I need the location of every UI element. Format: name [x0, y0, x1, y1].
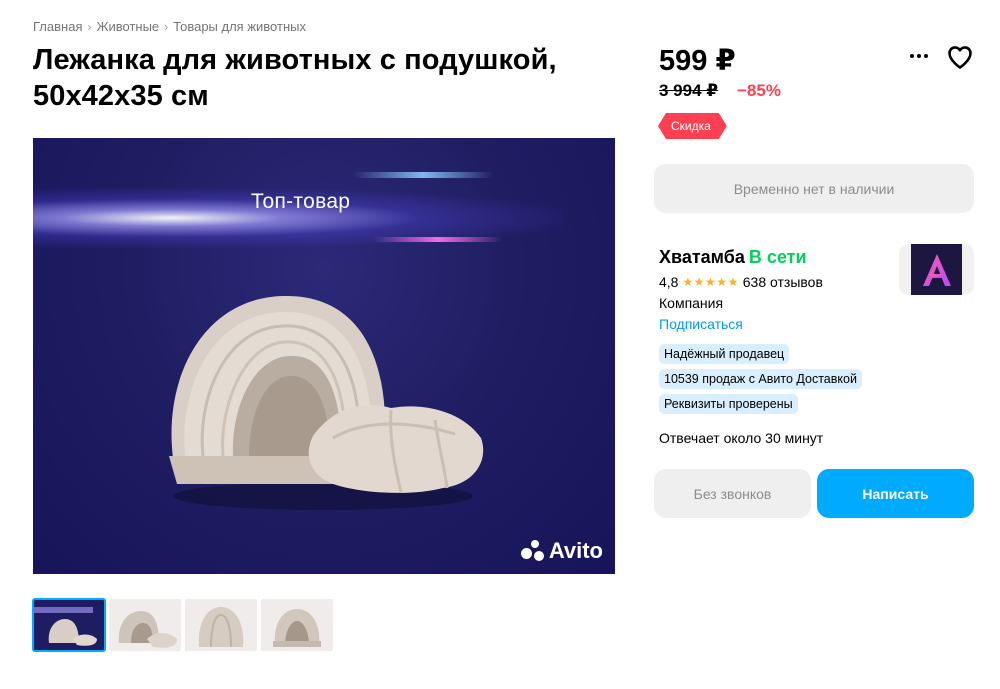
- current-price: 599 ₽: [659, 45, 736, 77]
- no-calls-button[interactable]: Без звонков: [654, 469, 811, 518]
- chevron-right-icon: ›: [87, 19, 92, 34]
- write-message-button[interactable]: Написать: [817, 469, 974, 518]
- thumbnail-image: [33, 607, 97, 646]
- breadcrumb-item-home[interactable]: Главная: [33, 19, 82, 34]
- discount-percent: −85%: [737, 81, 781, 100]
- chevron-right-icon: ›: [164, 19, 169, 34]
- thumbnail-image: [118, 611, 177, 648]
- pet-bed-image: [169, 295, 484, 510]
- sale-badge: Скидка: [658, 113, 727, 139]
- seller-name-text[interactable]: Хватамба: [659, 247, 745, 267]
- breadcrumb-item-pet-goods[interactable]: Товары для животных: [173, 19, 306, 34]
- seller-rating[interactable]: 4,8 ★★★★★ 638 отзывов: [659, 274, 823, 290]
- breadcrumb: Главная › Животные › Товары для животных: [33, 19, 306, 34]
- seller-name[interactable]: Хватамба В сети: [659, 247, 807, 268]
- banner-light-streak: [353, 172, 493, 178]
- breadcrumb-item-animals[interactable]: Животные: [96, 19, 159, 34]
- seller-logo-letter: [922, 253, 951, 286]
- banner-light-streak: [373, 237, 503, 242]
- seller-logo: [911, 244, 962, 295]
- rating-value: 4,8: [659, 274, 679, 290]
- subscribe-link[interactable]: Подписаться: [659, 316, 743, 332]
- gallery-thumbnail[interactable]: [32, 598, 106, 652]
- old-price: 3 994 ₽: [659, 81, 719, 100]
- gallery-thumbnail[interactable]: [261, 599, 333, 651]
- more-icon: [909, 54, 930, 58]
- gallery-thumbnail[interactable]: [109, 599, 181, 651]
- seller-badge-reliable: Надёжный продавец: [659, 344, 790, 364]
- page-title: Лежанка для животных с подушкой, 50x42x3…: [33, 44, 557, 112]
- avito-logo-icon: [520, 540, 545, 562]
- top-product-label: Топ-товар: [251, 190, 351, 213]
- gallery-thumbnails: [32, 598, 333, 652]
- seller-online-status: В сети: [748, 247, 807, 267]
- heart-icon[interactable]: [946, 43, 974, 71]
- seller-response-time: Отвечает около 30 минут: [659, 430, 824, 446]
- seller-badge-sales: 10539 продаж с Авито Доставкой: [659, 369, 862, 389]
- thumbnail-image: [273, 609, 321, 647]
- thumbnail-image: [198, 607, 244, 648]
- watermark-text: Avito: [548, 538, 603, 563]
- seller-avatar[interactable]: [899, 244, 974, 295]
- more-options-button[interactable]: [905, 44, 933, 68]
- reviews-count[interactable]: 638 отзывов: [743, 274, 823, 290]
- gallery-thumbnail[interactable]: [185, 599, 257, 651]
- seller-type: Компания: [659, 295, 724, 311]
- avito-watermark: Avito: [520, 538, 603, 564]
- gallery-main-image[interactable]: Топ-товар Avito: [33, 138, 615, 574]
- seller-badge-verified: Реквизиты проверены: [659, 394, 798, 414]
- availability-status-button: Временно нет в наличии: [654, 164, 974, 213]
- star-icon: ★★★★★: [682, 275, 739, 289]
